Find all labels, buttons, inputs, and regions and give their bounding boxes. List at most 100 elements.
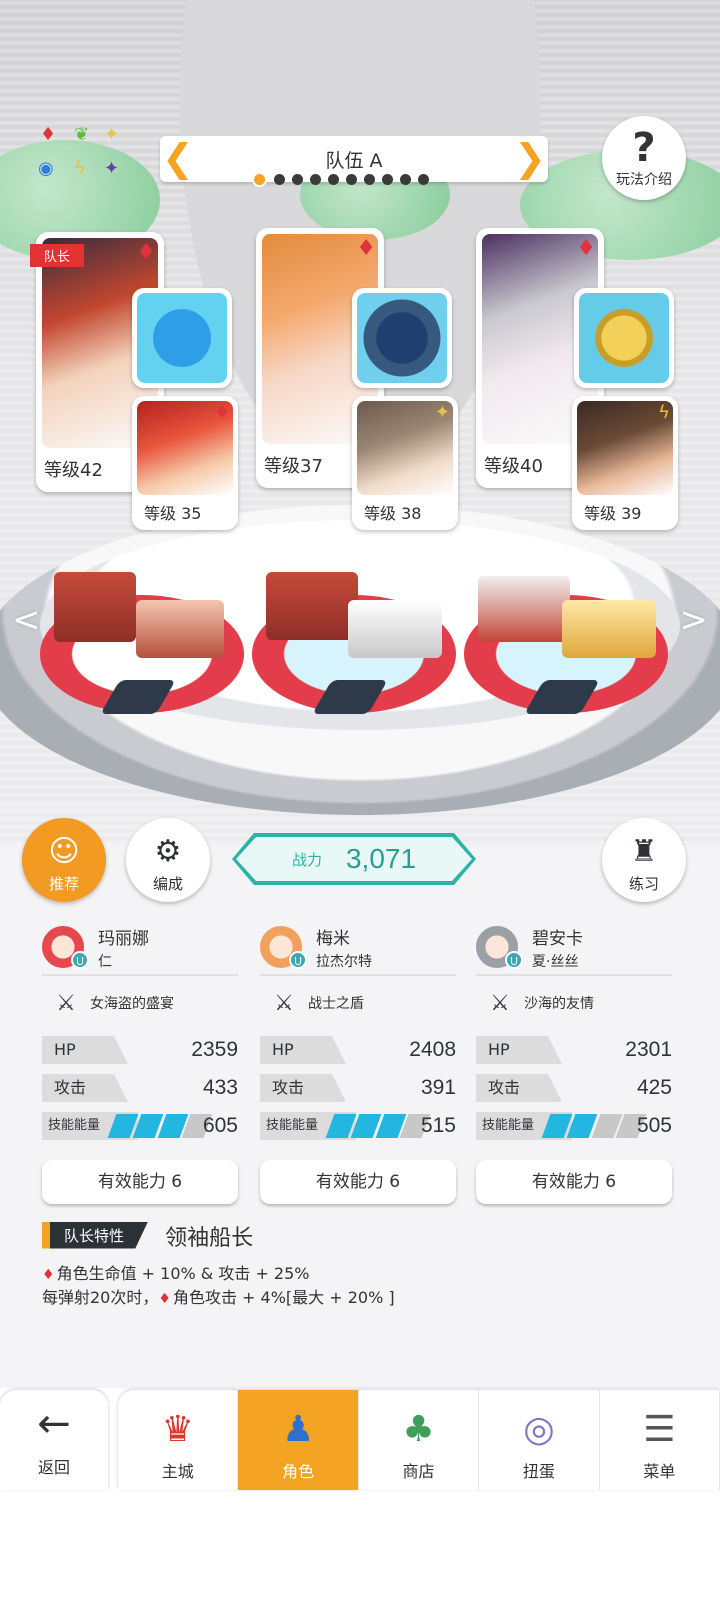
chevron-left-icon[interactable]: ❮ (162, 138, 194, 178)
nav-label: 角色 (282, 1462, 315, 1481)
effective-ability-button[interactable]: 有效能力 6 (42, 1160, 238, 1204)
nav-item-menu[interactable]: ☰ 菜单 (600, 1390, 720, 1490)
stat-hp: HP 2359 (42, 1036, 238, 1066)
page-dot[interactable] (364, 174, 375, 185)
page-dot[interactable] (418, 174, 429, 185)
nav-item-character[interactable]: ♟ 角色 (238, 1390, 359, 1490)
weapon-row[interactable]: ⚔ 女海盗的盛宴 (42, 988, 238, 1018)
nav-label: 菜单 (643, 1462, 676, 1481)
nav-item-gacha[interactable]: ◎ 扭蛋 (479, 1390, 600, 1490)
character-level: 等级 35 (144, 504, 202, 523)
practice-button[interactable]: ♜ 练习 (602, 818, 686, 902)
page-dot[interactable] (328, 174, 339, 185)
weapon-slot[interactable] (132, 288, 232, 388)
stat-skill-energy: 技能能量 515 (260, 1112, 456, 1142)
power-label: 战力 (291, 850, 322, 869)
leader-skill-header: 队长特性 领袖船长 (42, 1220, 253, 1252)
stat-label: 攻击 (42, 1074, 128, 1102)
unique-badge-icon: U (71, 951, 89, 969)
practice-label: 练习 (628, 875, 659, 893)
nav-item-main-city[interactable]: ♛ 主城 (118, 1390, 239, 1490)
character-name: 梅米 (316, 928, 350, 949)
sub-character-card[interactable]: ϟ 等级 39 (572, 396, 678, 530)
recommend-icon: ☺ (48, 834, 80, 869)
weapon-name: 沙海的友情 (524, 996, 594, 1012)
chevron-left-icon[interactable]: < (12, 600, 41, 640)
diamond-red-icon: ♦ (158, 1291, 171, 1307)
back-button[interactable]: ← 返回 (0, 1390, 108, 1490)
stat-label: 攻击 (476, 1074, 562, 1102)
stat-attack: 攻击 433 (42, 1074, 238, 1104)
stat-hp: HP 2408 (260, 1036, 456, 1066)
weapon-slot[interactable] (352, 288, 452, 388)
diamond-red-icon: ♦ (576, 236, 596, 261)
formation-button[interactable]: ⚙ 编成 (126, 818, 210, 902)
unique-badge-icon: U (505, 951, 523, 969)
team-title: 队伍 A (325, 149, 383, 172)
back-label: 返回 (37, 1458, 70, 1477)
leader-skill-text: 角色生命值 + 10% & 攻击 + 25% (56, 1264, 310, 1283)
stat-value: 433 (202, 1076, 238, 1099)
bottom-nav-bar: ♛ 主城 ♟ 角色 ♣ 商店 ◎ 扭蛋 ☰ 菜单 (118, 1390, 720, 1490)
leader-skill-tag: 队长特性 (42, 1221, 149, 1249)
person-gear-icon: ⚙ (154, 834, 182, 869)
stat-hp: HP 2301 (476, 1036, 672, 1066)
team-page-indicator (252, 172, 429, 187)
character-header[interactable]: U 梅米 拉杰尔特 (260, 924, 456, 976)
stat-label: HP (260, 1036, 346, 1064)
character-title: 夏·丝丝 (532, 953, 579, 970)
element-relation-icon[interactable]: ♦ ❦ ✦ ◉ ϟ ✦ (34, 124, 126, 186)
recommend-label: 推荐 (48, 875, 79, 893)
page-dot[interactable] (252, 172, 267, 187)
chevron-right-icon[interactable]: ❯ (514, 138, 546, 178)
diamond-red-icon: ♦ (42, 1267, 55, 1283)
unit-block (562, 600, 656, 658)
page-dot[interactable] (346, 174, 357, 185)
stat-value: 515 (420, 1114, 456, 1137)
castle-icon: ♛ (161, 1409, 194, 1450)
sub-character-card[interactable]: ✦ 等级 38 (352, 396, 458, 530)
avatar: U (260, 926, 307, 969)
leader-skill-text: 角色攻击 + 4%[最大 + 20% ] (172, 1288, 395, 1307)
stat-label: HP (476, 1036, 562, 1064)
training-dummy-icon: ♜ (630, 834, 658, 869)
character-header[interactable]: U 碧安卡 夏·丝丝 (476, 924, 672, 976)
gacha-orb-icon: ◎ (523, 1409, 555, 1450)
diamond-red-icon: ♦ (136, 240, 156, 265)
energy-bar (107, 1114, 213, 1138)
recommend-button[interactable]: ☺ 推荐 (22, 818, 106, 902)
energy-bar (325, 1114, 431, 1138)
arrow-left-icon: ← (37, 1401, 71, 1447)
page-dot[interactable] (310, 174, 321, 185)
effective-ability-button[interactable]: 有效能力 6 (476, 1160, 672, 1204)
weapon-slot[interactable] (574, 288, 674, 388)
help-button[interactable]: ? 玩法介绍 (602, 116, 686, 200)
combat-power-badge: 战力 3,071 (232, 833, 476, 885)
sword-icon: ⚔ (56, 990, 76, 1016)
unit-block (136, 600, 224, 658)
nav-item-shop[interactable]: ♣ 商店 (359, 1390, 480, 1490)
effective-ability-button[interactable]: 有效能力 6 (260, 1160, 456, 1204)
character-header[interactable]: U 玛丽娜 仁 (42, 924, 238, 976)
weapon-row[interactable]: ⚔ 战士之盾 (260, 988, 456, 1018)
chevron-right-icon[interactable]: > (680, 600, 709, 640)
formation-label: 编成 (152, 875, 183, 893)
weapon-row[interactable]: ⚔ 沙海的友情 (476, 988, 672, 1018)
sparkle-icon: ✦ (104, 124, 120, 145)
unit-block (348, 600, 442, 658)
unique-badge-icon: U (289, 951, 307, 969)
stat-skill-energy: 技能能量 605 (42, 1112, 238, 1142)
page-dot[interactable] (382, 174, 393, 185)
character-level: 等级37 (264, 456, 323, 477)
menu-list-icon: ☰ (643, 1409, 676, 1450)
character-level: 等级 38 (364, 504, 422, 523)
nav-label: 扭蛋 (522, 1462, 555, 1481)
weapon-name: 战士之盾 (308, 996, 364, 1012)
sword-icon: ⚔ (274, 990, 294, 1016)
unit-block (266, 572, 358, 640)
unit-block (478, 576, 570, 642)
page-dot[interactable] (292, 174, 303, 185)
page-dot[interactable] (274, 174, 285, 185)
sub-character-card[interactable]: ♦ 等级 35 (132, 396, 238, 530)
page-dot[interactable] (400, 174, 411, 185)
